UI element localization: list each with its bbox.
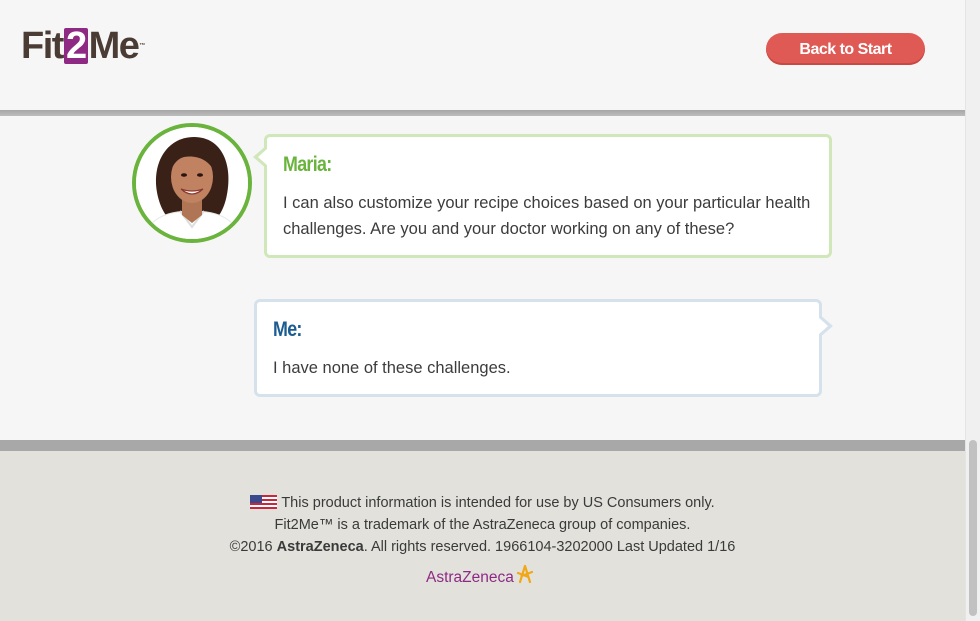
astrazeneca-logo[interactable]: AstraZeneca	[426, 564, 535, 587]
back-to-start-button[interactable]: Back to Start	[766, 33, 925, 65]
footer-us-consumers-line: This product information is intended for…	[0, 493, 965, 513]
footer-copyright-text: . All rights reserved. 1966104-3202000 L…	[363, 539, 736, 555]
bubble-tail-inner	[258, 148, 268, 166]
content-area: Fit2Me™ Back to Start Maria: I can also …	[0, 0, 965, 621]
footer-trademark-brand: Fit2Me™	[274, 517, 334, 533]
footer-trademark-line: Fit2Me™ is a trademark of the AstraZenec…	[0, 515, 965, 535]
footer-us-consumers-text: This product information is intended for…	[281, 495, 715, 511]
astrazeneca-symbol-icon	[516, 564, 533, 584]
header: Fit2Me™ Back to Start	[0, 0, 965, 110]
fit2me-logo[interactable]: Fit2Me™	[21, 26, 145, 66]
user-speaker-label: Me:	[273, 318, 302, 341]
footer-trademark-text: is a trademark of the AstraZeneca group …	[333, 517, 691, 533]
user-message-text: I have none of these challenges.	[273, 359, 511, 377]
maria-message-bubble: Maria: I can also customize your recipe …	[253, 134, 832, 258]
footer-copyright-brand[interactable]: AstraZeneca	[277, 539, 364, 555]
vertical-scrollbar[interactable]	[965, 0, 980, 621]
us-flag-icon	[250, 495, 278, 509]
scrollbar-thumb[interactable]	[969, 440, 977, 616]
astrazeneca-logo-text: AstraZeneca	[426, 569, 514, 586]
maria-speaker-label: Maria:	[283, 153, 332, 176]
logo-trademark: ™	[139, 43, 146, 49]
maria-portrait-image	[136, 127, 248, 239]
logo-two: 2	[63, 25, 88, 67]
maria-avatar	[132, 123, 252, 243]
footer-divider	[0, 440, 965, 451]
logo-prefix: Fit	[21, 25, 64, 67]
footer-copyright-line: ©2016 AstraZeneca. All rights reserved. …	[0, 537, 965, 557]
page: Fit2Me™ Back to Start Maria: I can also …	[0, 0, 980, 621]
user-message-bubble: Me: I have none of these challenges.	[254, 299, 833, 397]
maria-message-text: I can also customize your recipe choices…	[283, 194, 811, 238]
footer-copyright-prefix: ©2016	[229, 539, 277, 555]
bubble-tail-inner	[818, 317, 828, 335]
logo-suffix: Me	[88, 25, 140, 67]
header-divider	[0, 110, 965, 116]
footer: This product information is intended for…	[0, 451, 965, 621]
